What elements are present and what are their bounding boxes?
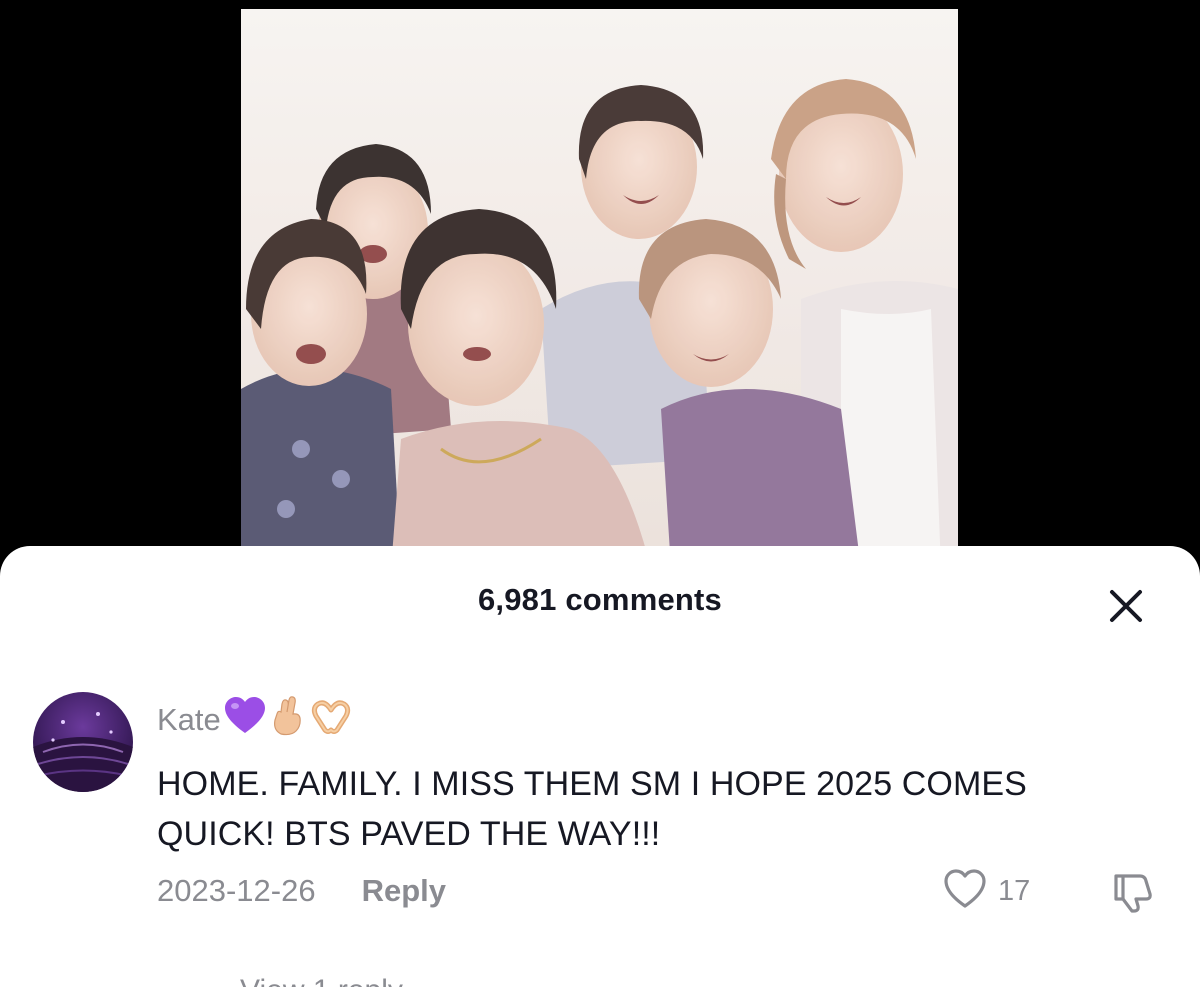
purple-heart-icon <box>223 696 267 744</box>
thumbs-down-icon[interactable] <box>1110 870 1156 914</box>
comment-meta: 2023-12-26 Reply <box>157 869 446 913</box>
comment-date: 2023-12-26 <box>157 873 316 908</box>
heart-outline-icon <box>942 868 988 915</box>
tiktok-comments-screen: 6,981 comments Kate HOME. FAMILY. I MISS… <box>0 0 1200 987</box>
comment-item: Kate HOME. FAMILY. I MISS THEM SM I HOPE… <box>0 686 1200 926</box>
like-button[interactable]: 17 <box>942 868 1031 915</box>
view-replies-link[interactable]: View 1 reply <box>240 974 403 987</box>
comments-count-title: 6,981 comments <box>477 582 723 617</box>
avatar[interactable] <box>33 692 133 792</box>
video-player[interactable] <box>241 9 958 569</box>
comment-username[interactable]: Kate <box>157 696 353 740</box>
heart-hands-icon <box>309 696 353 744</box>
video-frame-image <box>241 9 958 569</box>
crossed-fingers-icon <box>269 696 307 744</box>
reply-button[interactable]: Reply <box>362 873 446 909</box>
username-text: Kate <box>157 702 221 737</box>
comments-sheet: 6,981 comments Kate HOME. FAMILY. I MISS… <box>0 546 1200 987</box>
comment-text: HOME. FAMILY. I MISS THEM SM I HOPE 2025… <box>157 765 1027 853</box>
close-icon[interactable] <box>1104 584 1148 628</box>
like-count: 17 <box>998 874 1031 907</box>
